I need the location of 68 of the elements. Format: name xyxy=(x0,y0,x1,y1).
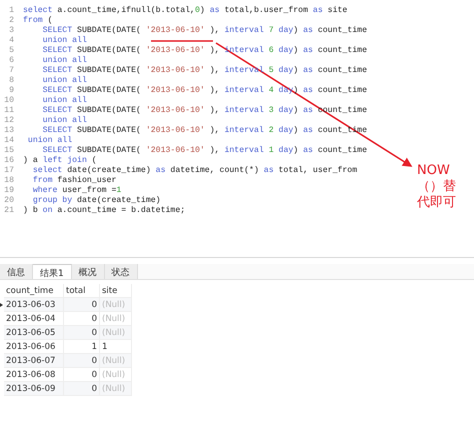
table-cell: 1 xyxy=(100,340,132,354)
code-line: SELECT SUBDATE(DATE( '2013-06-10' ), interval 1 day) as count_time xyxy=(42,146,367,156)
line-number: 8 xyxy=(8,76,14,86)
code-line: union all xyxy=(42,56,87,66)
table-cell: 0 xyxy=(64,312,100,326)
table-cell: 2013-06-03 xyxy=(4,298,64,312)
line-number: 11 xyxy=(3,106,14,116)
table-cell: 2013-06-06 xyxy=(4,340,64,354)
line-number: 9 xyxy=(8,86,14,96)
line-number: 1 xyxy=(8,6,14,16)
column-header[interactable]: count_time xyxy=(4,284,64,298)
code-line: ) a left join ( xyxy=(23,156,97,166)
code-line: from fashion_user xyxy=(32,176,116,186)
column-header[interactable]: total xyxy=(64,284,100,298)
table-cell: 1 xyxy=(64,340,100,354)
table-cell: 0 xyxy=(64,368,100,382)
line-number: 21 xyxy=(3,206,14,216)
table-cell: 2013-06-05 xyxy=(4,326,64,340)
table-cell: 2013-06-04 xyxy=(4,312,64,326)
table-cell: 2013-06-07 xyxy=(4,354,64,368)
line-number: 12 xyxy=(3,116,14,126)
table-cell: 0 xyxy=(64,382,100,396)
line-number: 4 xyxy=(8,36,14,46)
line-number: 7 xyxy=(8,66,14,76)
table-cell: (Null) xyxy=(100,326,132,340)
table-cell: 0 xyxy=(64,354,100,368)
line-number: 2 xyxy=(8,16,14,26)
line-number: 17 xyxy=(3,166,14,176)
tab[interactable]: 概况 xyxy=(72,264,105,279)
underline-mark xyxy=(151,40,213,42)
line-number: 19 xyxy=(3,186,14,196)
table-cell: (Null) xyxy=(100,382,132,396)
line-number: 5 xyxy=(8,46,14,56)
tab[interactable]: 状态 xyxy=(104,264,138,279)
code-line: SELECT SUBDATE(DATE( '2013-06-10' ), interval 4 day) as count_time xyxy=(42,86,367,96)
code-line: union all xyxy=(42,96,87,106)
line-number: 18 xyxy=(3,176,14,186)
line-number: 6 xyxy=(8,56,14,66)
code-line: ) b on a.count_time = b.datetime; xyxy=(23,206,186,216)
line-number: 10 xyxy=(3,96,14,106)
annotation-text: NOW （）替 代即可 xyxy=(417,163,456,211)
table-cell: 0 xyxy=(64,326,100,340)
code-line: from ( xyxy=(23,16,52,26)
code-line: union all xyxy=(42,116,87,126)
code-line: group by date(create_time) xyxy=(32,196,161,206)
tab[interactable]: 信息 xyxy=(0,264,33,279)
code-line: where user_from =1 xyxy=(32,186,122,196)
line-number: 15 xyxy=(3,146,14,156)
line-number: 3 xyxy=(8,26,14,36)
table-cell: 2013-06-08 xyxy=(4,368,64,382)
column-header[interactable]: site xyxy=(100,284,132,298)
code-line: union all xyxy=(26,136,72,146)
tab[interactable]: 结果1 xyxy=(33,264,72,279)
code-line: SELECT SUBDATE(DATE( '2013-06-10' ), interval 7 day) as count_time xyxy=(42,26,367,36)
line-number: 13 xyxy=(3,126,14,136)
table-cell: 0 xyxy=(64,298,100,312)
code-line: union all xyxy=(42,76,87,86)
code-line: select date(create_time) as datetime, count(*) as total, user_from xyxy=(32,166,358,176)
code-line: union all xyxy=(42,36,87,46)
line-number: 16 xyxy=(3,156,14,166)
table-cell: (Null) xyxy=(100,312,132,326)
code-line: select a.count_time,ifnull(b.total,0) as total,b.user_from as site xyxy=(23,6,348,16)
line-number: 14 xyxy=(3,136,14,146)
table-cell: 2013-06-09 xyxy=(4,382,64,396)
table-cell: (Null) xyxy=(100,354,132,368)
table-cell: (Null) xyxy=(100,298,132,312)
line-number: 20 xyxy=(3,196,14,206)
table-cell: (Null) xyxy=(100,368,132,382)
